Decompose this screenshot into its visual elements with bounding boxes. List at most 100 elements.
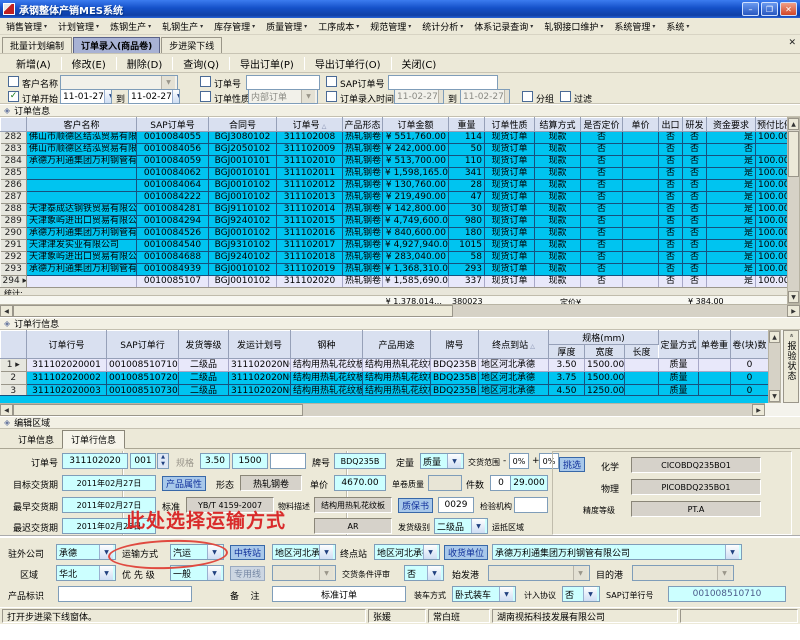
order-column-header[interactable]: 订单性质 (485, 118, 535, 132)
scroll-up-icon[interactable]: ▲ (788, 118, 799, 130)
scroll-down-icon[interactable]: ▼ (788, 291, 799, 303)
scroll-thumb[interactable] (13, 404, 303, 416)
order-line-column-header[interactable]: 发货等级 (179, 331, 229, 359)
chevron-down-icon[interactable]: ▼ (423, 545, 437, 559)
entry-to-date[interactable]: 11-02-27▼ (460, 89, 510, 104)
ship-grade-select[interactable]: 二级品▼ (434, 518, 488, 534)
spec-thickness-field[interactable]: 3.50 (200, 453, 230, 469)
order-line-column-header[interactable]: 定量方式 (659, 331, 699, 359)
document-tab-0[interactable]: 批量计划编制 (2, 37, 72, 53)
order-column-header[interactable] (1, 118, 27, 132)
order-line-table-row[interactable]: 2311102020002001008510720二级品311102020NQW… (1, 372, 769, 385)
order-line-column-header[interactable]: 长度 (625, 345, 659, 359)
horizontal-scrollbar[interactable]: ◀ ▶ (0, 304, 800, 317)
order-nature-checkbox[interactable] (200, 91, 211, 102)
price-field[interactable]: 4670.00 (334, 475, 386, 491)
collapse-icon[interactable]: ◈ (4, 106, 10, 115)
sap-order-input[interactable] (388, 75, 498, 90)
menu-item-1[interactable]: 计划管理▾ (58, 20, 99, 33)
order-nature-select[interactable]: 内部订单▼ (248, 89, 318, 104)
order-column-header[interactable]: 资金要求 (707, 118, 756, 132)
vertical-scrollbar[interactable]: ▲ ▼ (768, 330, 781, 403)
horizontal-scrollbar[interactable]: ◀ ▶ (0, 403, 765, 416)
order-column-header[interactable]: 订单号△ (277, 118, 343, 132)
order-table-row[interactable]: 293承德万利通集团万利钢管有限0010084939BGJ00101023111… (1, 264, 788, 276)
order-column-header[interactable]: 重量 (449, 118, 485, 132)
menu-item-6[interactable]: 工序成本▾ (318, 20, 359, 33)
receiver-select[interactable]: 承德万利通集团万利钢管有限公司▼ (492, 544, 742, 560)
terminal-select[interactable]: 地区河北承德▼ (374, 544, 440, 560)
range-minus-field[interactable]: 0% (509, 453, 529, 469)
edit-section-header[interactable]: ◈ 编辑区域 (0, 416, 800, 429)
order-table-row[interactable]: 285 0010084062BGJ0010101311102011热轧钢卷¥ 1… (1, 168, 788, 180)
chevron-down-icon[interactable]: ▼ (207, 566, 221, 580)
minimize-icon[interactable]: – (742, 2, 759, 16)
filter-checkbox[interactable] (560, 91, 571, 102)
chevron-down-icon[interactable]: ▼ (99, 566, 113, 580)
chevron-down-icon[interactable]: ▼ (499, 587, 513, 601)
collapse-icon[interactable]: ◈ (4, 418, 10, 427)
chevron-down-icon[interactable]: ▼ (438, 90, 444, 103)
order-column-header[interactable]: 结算方式 (535, 118, 581, 132)
spec-width-field[interactable]: 1500 (232, 453, 268, 469)
order-no-input[interactable] (246, 75, 320, 90)
scroll-thumb[interactable] (788, 131, 799, 177)
order-column-header[interactable]: 是否定价 (581, 118, 623, 132)
order-table-row[interactable]: 290承德万利通集团万利钢管有限0010084526BGJ00101023111… (1, 228, 788, 240)
maximize-icon[interactable]: ❐ (761, 2, 778, 16)
order-table-row[interactable]: 287 0010084222BGJ0010102311102013热轧钢卷¥ 2… (1, 192, 788, 204)
pick-button[interactable]: 挑选 (559, 457, 585, 472)
menu-item-5[interactable]: 质量管理▾ (266, 20, 307, 33)
order-line-section-header[interactable]: ◈ 订单行信息 (0, 317, 800, 330)
chevron-down-icon[interactable]: ▼ (427, 566, 441, 580)
order-no-checkbox[interactable] (200, 76, 211, 87)
order-start-from-date[interactable]: 11-01-27▼ (60, 89, 112, 104)
remark-input[interactable]: 标准订单 (272, 586, 406, 602)
menu-item-7[interactable]: 规范管理▾ (370, 20, 411, 33)
menu-item-8[interactable]: 统计分析▾ (422, 20, 463, 33)
chevron-down-icon[interactable]: ▼ (725, 545, 739, 559)
menu-item-10[interactable]: 轧钢接口维护▾ (544, 20, 603, 33)
order-line-column-header[interactable]: 订单行号 (27, 331, 107, 359)
order-table-row[interactable]: 284承德万利通集团万利钢管有限0010084059BGJ00101013111… (1, 156, 788, 168)
order-seq-stepper[interactable]: ▲▼ (157, 453, 169, 469)
order-table-row[interactable]: 288天津泰成达钢铁贸易有限公司0010084281BGJ91101023111… (1, 204, 788, 216)
chevron-down-icon[interactable]: ▼ (172, 90, 180, 103)
customer-select[interactable]: ▼ (60, 75, 178, 90)
order-line-column-header[interactable]: 钢种 (291, 331, 363, 359)
order-column-header[interactable]: 研发 (683, 118, 707, 132)
review-select[interactable]: 否▼ (404, 565, 444, 581)
close-icon[interactable]: ✕ (780, 2, 797, 16)
order-column-header[interactable]: 出口 (659, 118, 683, 132)
order-line-column-header[interactable]: 发运计划号 (229, 331, 291, 359)
order-table-row[interactable]: 286 0010084064BGJ0010102311102012热轧钢卷¥ 1… (1, 180, 788, 192)
brand-field[interactable]: BDQ235B (334, 453, 386, 469)
tab-order-line-info[interactable]: 订单行信息 (62, 430, 125, 449)
region-select[interactable]: 华北▼ (56, 565, 116, 581)
document-tab-1[interactable]: 订单录入(商品卷) (73, 37, 160, 53)
cert-no-field[interactable]: 0029 (438, 497, 474, 513)
order-line-column-header[interactable]: 产品用途 (363, 331, 431, 359)
menu-item-2[interactable]: 炼钢生产▾ (110, 20, 151, 33)
order-column-header[interactable]: 预付比例 (756, 118, 788, 132)
order-table-row[interactable]: 292天津象屿进出口贸易有限公司0010084688BGJ92401023111… (1, 252, 788, 264)
close-button[interactable]: 关闭(C) (392, 56, 447, 71)
group-checkbox[interactable] (522, 91, 533, 102)
scroll-thumb[interactable] (13, 305, 453, 317)
product-id-input[interactable] (58, 586, 192, 602)
order-line-column-header[interactable]: 卷(块)数 (731, 331, 769, 359)
order-column-header[interactable]: SAP订单号 (137, 118, 209, 132)
order-column-header[interactable]: 合同号 (209, 118, 277, 132)
inspect-org-select-mini[interactable] (514, 497, 548, 513)
chevron-down-icon[interactable]: ▼ (301, 90, 315, 103)
agreement-select[interactable]: 否▼ (562, 586, 600, 602)
scroll-left-icon[interactable]: ◀ (0, 305, 13, 317)
chevron-down-icon[interactable]: ▼ (471, 519, 485, 533)
order-line-column-header[interactable]: 厚度 (549, 345, 585, 359)
target-date-field[interactable]: 2011年02月27日 (62, 475, 156, 491)
pieces-field[interactable]: 0 (490, 475, 512, 491)
scroll-right-icon[interactable]: ▶ (787, 305, 800, 317)
spec-length-field[interactable] (270, 453, 306, 469)
order-start-to-date[interactable]: 11-02-27▼ (128, 89, 180, 104)
order-line-column-header[interactable]: 宽度 (585, 345, 625, 359)
